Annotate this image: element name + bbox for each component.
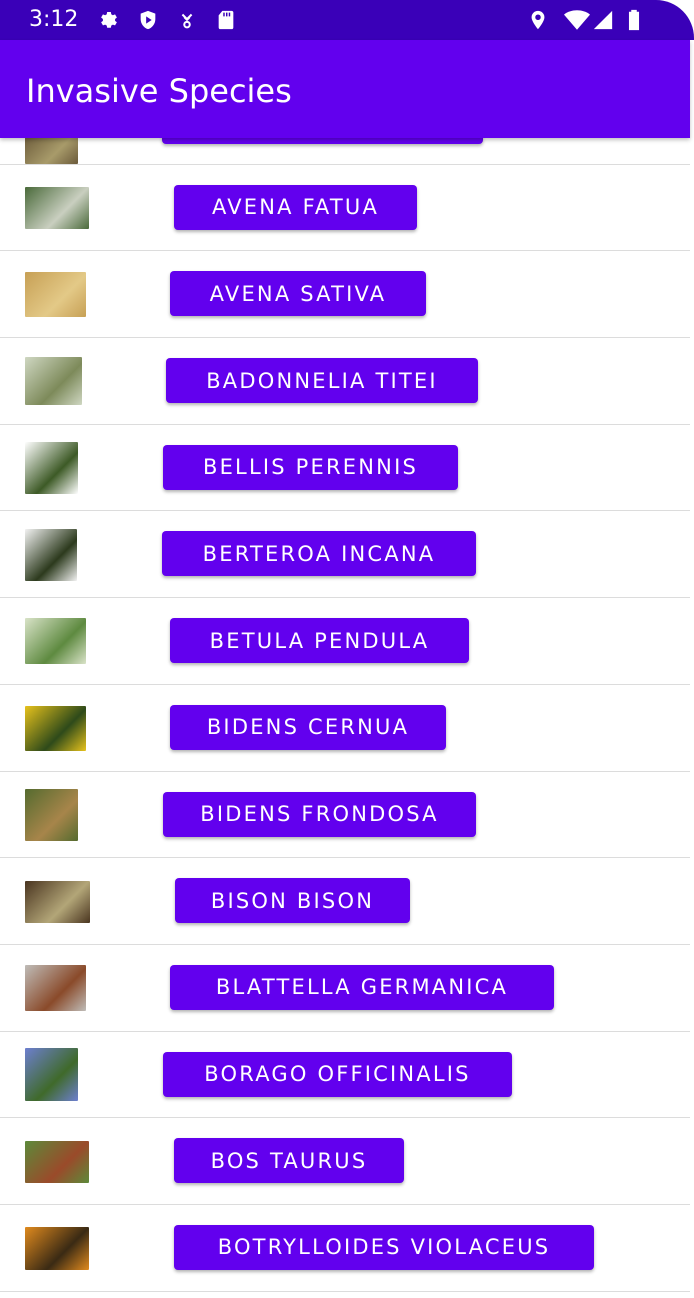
list-item: BOS TAURUS <box>0 1118 690 1205</box>
list-item: BIDENS CERNUA <box>0 685 690 772</box>
list-item: BLATTELLA GERMANICA <box>0 945 690 1032</box>
list-item: BERTEROA INCANA <box>0 511 690 599</box>
list-item: BISON BISON <box>0 858 690 945</box>
nfc-icon <box>175 8 199 32</box>
species-button[interactable]: BISON BISON <box>175 878 410 924</box>
list-item: BELLIS PERENNIS <box>0 425 690 512</box>
status-bar: 3:12 <box>0 0 694 40</box>
species-thumbnail <box>25 442 78 495</box>
species-thumbnail <box>25 187 89 230</box>
species-thumbnail <box>25 965 86 1012</box>
species-thumbnail <box>25 357 82 406</box>
list-item: BOTRYLLOIDES VIOLACEUS <box>0 1205 690 1292</box>
app-bar: Invasive Species <box>0 40 690 138</box>
species-thumbnail <box>25 1140 89 1183</box>
battery-icon <box>622 8 646 32</box>
species-thumbnail <box>25 134 78 165</box>
species-thumbnail <box>25 1226 89 1270</box>
species-button[interactable]: BORAGO OFFICINALIS <box>163 1051 512 1097</box>
species-button[interactable]: BETULA PENDULA <box>170 618 469 664</box>
list-item: BADONNELIA TITEI <box>0 338 690 425</box>
species-button[interactable]: AVENA SATIVA <box>170 271 426 317</box>
species-button[interactable]: BIDENS FRONDOSA <box>163 791 476 837</box>
species-button[interactable]: BELLIS PERENNIS <box>163 444 458 490</box>
sd-card-icon <box>214 8 238 32</box>
species-thumbnail <box>25 788 78 841</box>
shield-icon <box>136 8 160 32</box>
location-icon <box>526 8 550 32</box>
species-button[interactable]: BOTRYLLOIDES VIOLACEUS <box>174 1224 594 1270</box>
app-title: Invasive Species <box>26 72 292 110</box>
list-item: BORAGO OFFICINALIS <box>0 1032 690 1119</box>
species-button[interactable]: BLATTELLA GERMANICA <box>170 964 554 1010</box>
list-item: AVENA FATUA <box>0 165 690 252</box>
wifi-icon <box>563 8 591 32</box>
list-item: AVENA SATIVA <box>0 251 690 339</box>
species-thumbnail <box>25 618 86 665</box>
species-thumbnail <box>25 528 77 581</box>
species-thumbnail <box>25 272 86 318</box>
signal-icon <box>591 8 615 32</box>
list-item: BIDENS FRONDOSA <box>0 772 690 859</box>
species-list[interactable]: AVENA FATUA AVENA SATIVA BADONNELIA TITEI B… <box>0 78 690 1298</box>
species-thumbnail <box>25 880 90 923</box>
species-thumbnail <box>25 1048 78 1102</box>
species-button[interactable]: BADONNELIA TITEI <box>166 358 478 404</box>
gear-icon <box>97 8 121 32</box>
species-button[interactable]: AVENA FATUA <box>174 184 417 230</box>
list-item: BETULA PENDULA <box>0 598 690 685</box>
species-button[interactable]: BERTEROA INCANA <box>162 531 476 577</box>
status-time: 3:12 <box>29 7 79 32</box>
species-button[interactable]: BIDENS CERNUA <box>170 704 446 750</box>
species-thumbnail <box>25 705 86 751</box>
species-button[interactable]: BOS TAURUS <box>174 1138 404 1184</box>
